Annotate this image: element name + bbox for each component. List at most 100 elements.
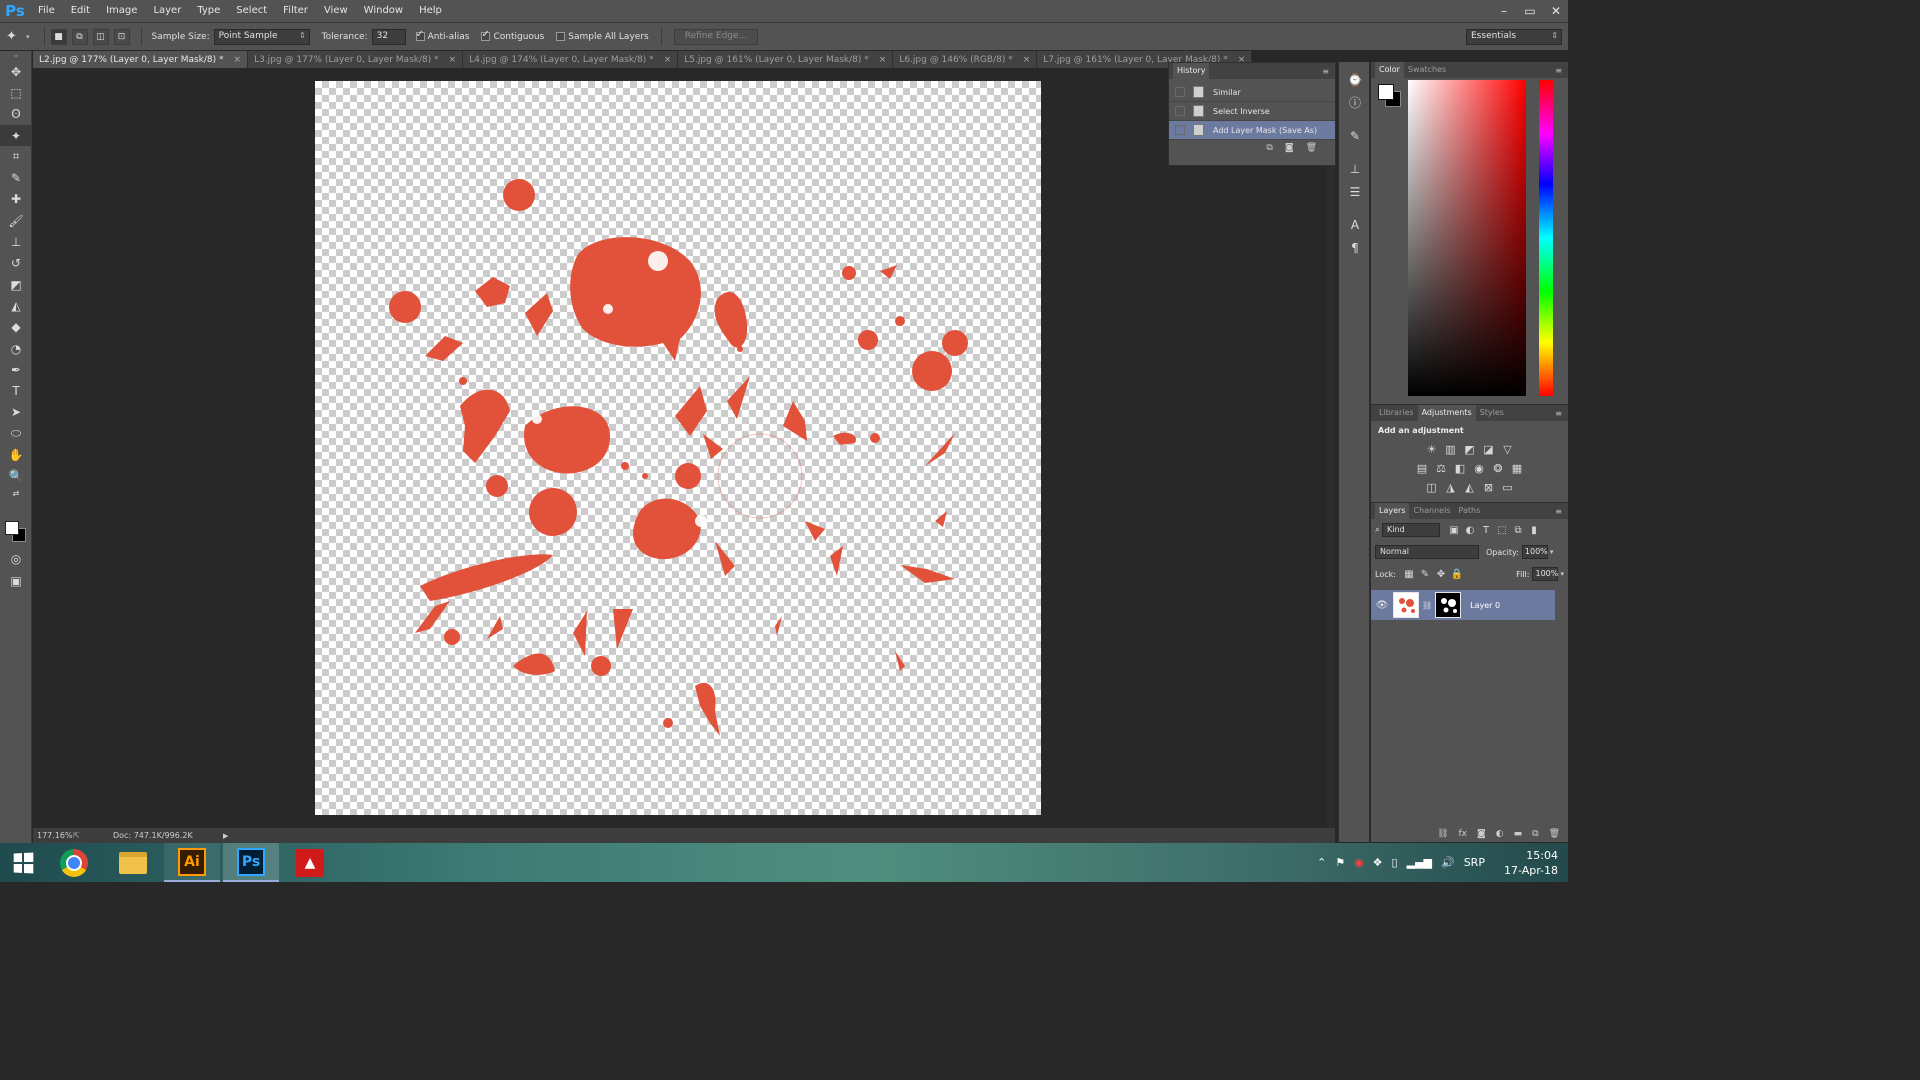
restore-button[interactable]: ▭ (1524, 4, 1536, 18)
add-mask-icon[interactable]: ◙ (1477, 829, 1486, 839)
trash-icon[interactable]: 🗑 (1306, 143, 1317, 153)
tab-adjustments[interactable]: Adjustments (1417, 405, 1476, 421)
marquee-tool-icon[interactable]: ⬚ (0, 82, 32, 103)
minimize-button[interactable]: – (1498, 4, 1510, 18)
magic-wand-tool-preset-icon[interactable]: ✦ (6, 29, 26, 44)
add-to-selection-mode-button[interactable]: ⧉ (71, 28, 88, 45)
tab-color[interactable]: Color (1375, 62, 1404, 78)
lock-all-icon[interactable]: 🔒 (1449, 569, 1465, 580)
hand-tool-icon[interactable]: ✋ (0, 444, 32, 465)
photoshop-logo[interactable]: Ps (0, 0, 30, 22)
screen-mode-icon[interactable]: ▣ (0, 570, 32, 591)
opacity-dropdown-icon[interactable]: ▾ (1550, 548, 1554, 556)
group-folder-icon[interactable]: ▬ (1514, 829, 1523, 839)
gradient-map-icon[interactable]: ▭ (1501, 481, 1514, 494)
snapshot-source-checkbox[interactable] (1175, 106, 1185, 116)
adjustment-layer-icon[interactable]: ◐ (1496, 829, 1504, 839)
language-indicator[interactable]: SRP (1464, 856, 1485, 869)
new-layer-icon[interactable]: ⧉ (1532, 829, 1538, 839)
workspace-select[interactable]: Essentials (1466, 29, 1562, 45)
tab-libraries[interactable]: Libraries (1375, 405, 1418, 421)
character-panel-icon[interactable]: A (1339, 213, 1371, 236)
close-tab-icon[interactable]: × (1023, 55, 1031, 65)
canvas-workspace[interactable] (33, 68, 1335, 828)
pen-tool-icon[interactable]: ✒ (0, 359, 32, 380)
tab-layers[interactable]: Layers (1375, 503, 1410, 519)
filter-toggle-icon[interactable]: ▮ (1526, 525, 1542, 536)
selective-color-icon[interactable]: ⊠ (1482, 481, 1495, 494)
menu-window[interactable]: Window (356, 0, 411, 22)
clock[interactable]: 15:04 17-Apr-18 (1504, 848, 1558, 878)
volume-icon[interactable]: 🔊 (1441, 856, 1455, 869)
intersect-selection-mode-button[interactable]: ⊡ (113, 28, 130, 45)
eyedropper-tool-icon[interactable]: ✎ (0, 167, 32, 188)
color-lookup-icon[interactable]: ▦ (1511, 462, 1524, 475)
eraser-tool-icon[interactable]: ◩ (0, 274, 32, 295)
move-tool-icon[interactable]: ✥ (0, 61, 32, 82)
healing-brush-tool-icon[interactable]: ✚ (0, 189, 32, 210)
tab-channels[interactable]: Channels (1409, 503, 1454, 519)
eye-visibility-icon[interactable]: 👁 (1371, 600, 1393, 611)
fx-icon[interactable]: fx (1459, 829, 1468, 839)
menu-type[interactable]: Type (189, 0, 228, 22)
new-selection-mode-button[interactable]: ■ (50, 28, 67, 45)
lasso-tool-icon[interactable]: ʘ (0, 104, 32, 125)
filter-adjustment-icon[interactable]: ◐ (1462, 525, 1478, 536)
panel-menu-icon[interactable]: ≡ (1555, 66, 1562, 75)
camera-icon[interactable]: ◙ (1285, 143, 1294, 153)
history-item[interactable]: Similar (1169, 83, 1335, 102)
fill-input[interactable]: 100% (1532, 567, 1559, 581)
doc-tab-l5[interactable]: L5.jpg @ 161% (Layer 0, Layer Mask/8) * × (678, 51, 894, 68)
color-foreground-swatch[interactable] (1378, 84, 1394, 100)
menu-filter[interactable]: Filter (275, 0, 316, 22)
type-tool-icon[interactable]: T (0, 380, 32, 401)
close-tab-icon[interactable]: × (234, 55, 242, 65)
tab-swatches[interactable]: Swatches (1404, 62, 1450, 78)
invert-icon[interactable]: ◫ (1425, 481, 1438, 494)
info-panel-icon[interactable]: ⓘ (1339, 91, 1371, 114)
curves-icon[interactable]: ◩ (1463, 443, 1476, 456)
blend-mode-select[interactable]: Normal (1375, 545, 1479, 559)
history-brush-tool-icon[interactable]: ↺ (0, 253, 32, 274)
hue-slider[interactable] (1539, 80, 1553, 396)
brush-tool-icon[interactable]: 🖌 (0, 210, 32, 231)
lock-position-icon[interactable]: ✥ (1433, 569, 1449, 580)
fill-dropdown-icon[interactable]: ▾ (1560, 570, 1564, 578)
clone-stamp-tool-icon[interactable]: ⊥ (0, 231, 32, 252)
tolerance-input[interactable]: 32 (371, 28, 406, 45)
snapshot-source-checkbox[interactable] (1175, 87, 1185, 97)
layer-thumbnail[interactable] (1393, 592, 1419, 618)
menu-view[interactable]: View (316, 0, 356, 22)
taskbar-chrome[interactable] (46, 843, 102, 882)
creative-cloud-icon[interactable]: ◉ (1354, 856, 1364, 869)
paragraph-panel-icon[interactable]: ¶ (1339, 236, 1371, 259)
path-selection-tool-icon[interactable]: ➤ (0, 402, 32, 423)
canvas-vertical-scrollbar[interactable] (1327, 68, 1335, 828)
crop-tool-icon[interactable]: ⌗ (0, 146, 32, 167)
color-balance-icon[interactable]: ⚖ (1435, 462, 1448, 475)
paint-bucket-tool-icon[interactable]: ◭ (0, 295, 32, 316)
close-tab-icon[interactable]: × (879, 55, 887, 65)
snapshot-source-checkbox[interactable] (1175, 125, 1185, 135)
status-menu-arrow-icon[interactable]: ▶ (223, 832, 228, 840)
filter-pixel-icon[interactable]: ▣ (1446, 525, 1462, 536)
panel-menu-icon[interactable]: ≡ (1555, 507, 1562, 516)
panel-menu-icon[interactable]: ≡ (1555, 409, 1562, 418)
clone-source-icon[interactable]: ⊥ (1339, 157, 1371, 180)
doc-tab-l4[interactable]: L4.jpg @ 174% (Layer 0, Layer Mask/8) * × (463, 51, 679, 68)
taskbar-file-explorer[interactable] (105, 843, 161, 882)
doc-tab-l3[interactable]: L3.jpg @ 177% (Layer 0, Layer Mask/8) * × (248, 51, 464, 68)
contiguous-checkbox[interactable]: Contiguous (481, 29, 544, 42)
layer-name[interactable]: Layer 0 (1470, 601, 1500, 610)
layer-filter-kind-select[interactable]: Kind (1382, 523, 1441, 537)
battery-icon[interactable]: ▯ (1392, 856, 1398, 869)
dropbox-icon[interactable]: ❖ (1373, 856, 1383, 869)
filter-type-icon[interactable]: T (1478, 525, 1494, 536)
opacity-input[interactable]: 100% (1521, 545, 1548, 559)
quick-mask-icon[interactable]: ◎ (0, 548, 32, 569)
collapse-toolbar-icon[interactable]: » (0, 51, 32, 61)
anti-alias-checkbox[interactable]: Anti-alias (415, 29, 469, 42)
tab-history[interactable]: History (1173, 63, 1210, 79)
close-tab-icon[interactable]: × (449, 55, 457, 65)
taskbar-illustrator[interactable]: Ai (164, 843, 220, 882)
